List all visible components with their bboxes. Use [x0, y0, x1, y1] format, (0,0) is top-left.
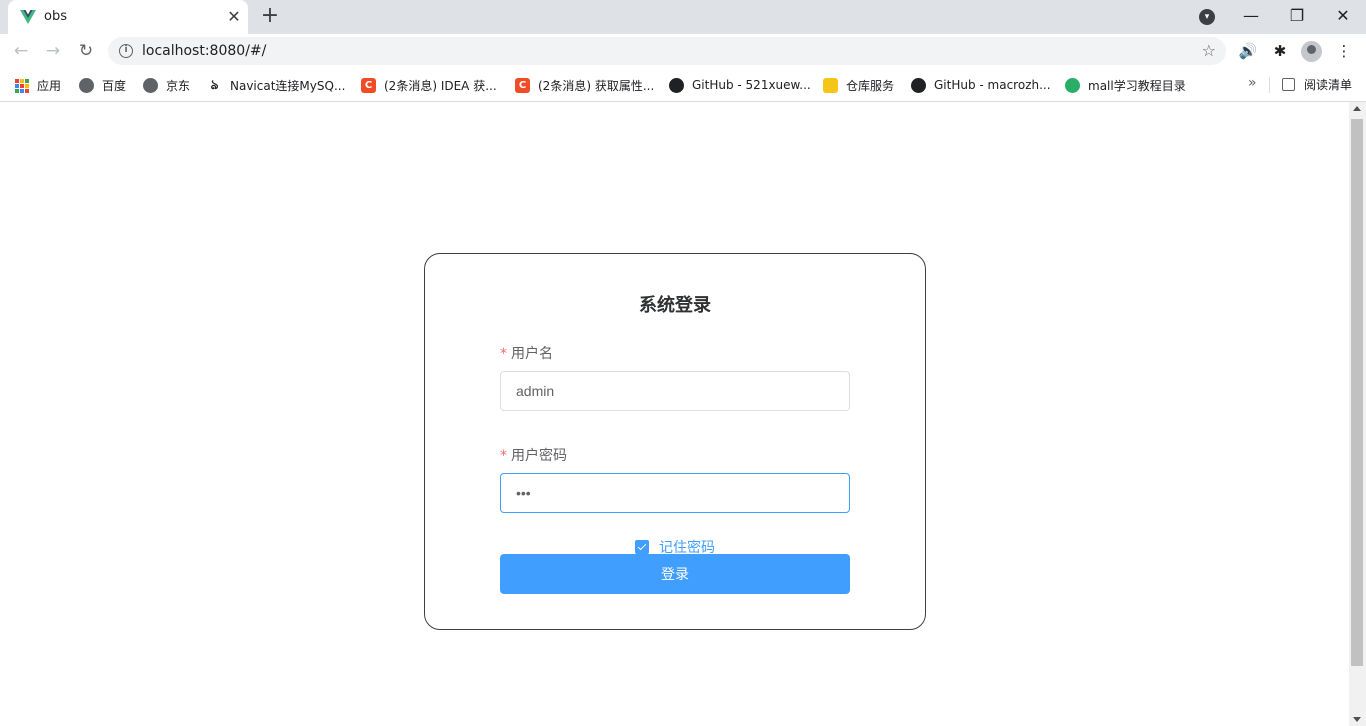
scrollbar-thumb[interactable] — [1351, 119, 1363, 666]
tab-title: obs — [44, 9, 67, 24]
browser-chrome: obs ✕ + ▾ — ❐ ✕ ← → ↻ i localhost:8080/#… — [0, 0, 1366, 102]
bookmark-label: GitHub - 521xuew... — [692, 78, 811, 92]
password-label: * 用户密码 — [500, 445, 567, 465]
bookmark-label: 百度 — [102, 78, 127, 93]
forward-button[interactable]: → — [42, 40, 64, 62]
bookmark-navicat[interactable]: ঌ Navicat连接MySQ... — [207, 76, 346, 94]
username-input[interactable] — [500, 371, 850, 411]
bookmark-github-521xuew[interactable]: GitHub - 521xuew... — [669, 76, 811, 94]
extensions-icon[interactable]: ✱ — [1269, 40, 1291, 62]
required-marker: * — [500, 346, 507, 362]
required-marker: * — [500, 448, 507, 464]
csdn-icon: C — [361, 77, 376, 93]
browser-tab[interactable]: obs ✕ — [8, 0, 248, 34]
bookmark-label: (2条消息) IDEA 获... — [384, 78, 497, 93]
bookmark-label: 应用 — [37, 78, 62, 93]
bookmark-label: Navicat连接MySQ... — [230, 78, 346, 93]
url-text[interactable]: localhost:8080/#/ — [142, 43, 266, 59]
divider — [1269, 77, 1270, 93]
site-info-icon[interactable]: i — [119, 44, 133, 58]
warehouse-icon — [823, 77, 838, 93]
restore-button[interactable]: ❐ — [1282, 4, 1312, 28]
login-button[interactable]: 登录 — [500, 554, 850, 594]
checkbox-checked-icon[interactable] — [635, 540, 649, 554]
username-label-text: 用户名 — [511, 346, 553, 362]
vue-logo-icon — [20, 10, 36, 24]
reading-list-icon — [1282, 78, 1295, 91]
close-window-button[interactable]: ✕ — [1328, 4, 1358, 28]
page-content: 系统登录 *用户名 *用户密码 记住密码 登录 — [0, 102, 1366, 726]
bookmark-apps[interactable]: 应用 — [14, 76, 61, 94]
username-label: * 用户名 — [500, 343, 553, 363]
new-tab-button[interactable]: + — [258, 5, 282, 29]
bookmark-warehouse[interactable]: 仓库服务 — [823, 76, 894, 94]
reload-button[interactable]: ↻ — [75, 40, 97, 62]
navicat-icon: ঌ — [210, 77, 219, 93]
bookmark-label: GitHub - macrozh... — [934, 78, 1051, 92]
tab-close-icon[interactable]: ✕ — [224, 7, 244, 27]
bookmark-mall-tutorial[interactable]: mall学习教程目录 — [1065, 76, 1186, 94]
github-icon — [669, 77, 684, 93]
csdn-icon: C — [515, 77, 530, 93]
wechat-icon — [1065, 77, 1080, 93]
login-title: 系统登录 — [639, 295, 711, 316]
bookmark-star-icon[interactable]: ☆ — [1202, 41, 1216, 60]
bookmark-label: 仓库服务 — [846, 78, 895, 93]
apps-icon — [14, 78, 29, 93]
menu-icon[interactable]: ⋮ — [1333, 40, 1355, 62]
password-label-text: 用户密码 — [511, 448, 567, 464]
github-icon — [911, 77, 926, 93]
profile-avatar[interactable] — [1301, 41, 1322, 62]
password-input[interactable] — [500, 473, 850, 513]
back-button[interactable]: ← — [10, 40, 32, 62]
scroll-down-icon[interactable] — [1353, 717, 1361, 722]
globe-icon — [143, 77, 158, 93]
bookmark-label: 京东 — [166, 78, 191, 93]
reading-list-label: 阅读清单 — [1304, 78, 1353, 92]
bookmark-github-macrozh[interactable]: GitHub - macrozh... — [911, 76, 1051, 94]
bookmark-label: mall学习教程目录 — [1088, 78, 1186, 93]
minimize-button[interactable]: — — [1236, 4, 1266, 28]
bookmark-jd[interactable]: 京东 — [143, 76, 190, 94]
address-bar[interactable]: i localhost:8080/#/ ☆ — [108, 37, 1226, 65]
reading-list-button[interactable]: 阅读清单 — [1282, 76, 1352, 93]
more-bookmarks-icon[interactable]: » — [1248, 75, 1257, 91]
media-control-icon[interactable]: 🔊 — [1237, 40, 1259, 62]
globe-icon — [79, 77, 94, 93]
bookmarks-bar: 应用 百度 京东 ঌ Navicat连接MySQ... C (2条消息) IDE… — [0, 68, 1366, 102]
bookmark-csdn-property[interactable]: C (2条消息) 获取属性... — [515, 76, 654, 94]
bookmark-csdn-idea[interactable]: C (2条消息) IDEA 获... — [361, 76, 497, 94]
scrollbar[interactable] — [1349, 102, 1366, 726]
tab-search-icon[interactable]: ▾ — [1199, 9, 1215, 25]
login-card: 系统登录 *用户名 *用户密码 记住密码 登录 — [424, 253, 926, 630]
bookmark-baidu[interactable]: 百度 — [79, 76, 126, 94]
bookmark-label: (2条消息) 获取属性... — [538, 78, 655, 93]
toolbar: ← → ↻ i localhost:8080/#/ ☆ 🔊 ✱ ⋮ — [0, 34, 1366, 68]
scroll-up-icon[interactable] — [1353, 106, 1361, 111]
